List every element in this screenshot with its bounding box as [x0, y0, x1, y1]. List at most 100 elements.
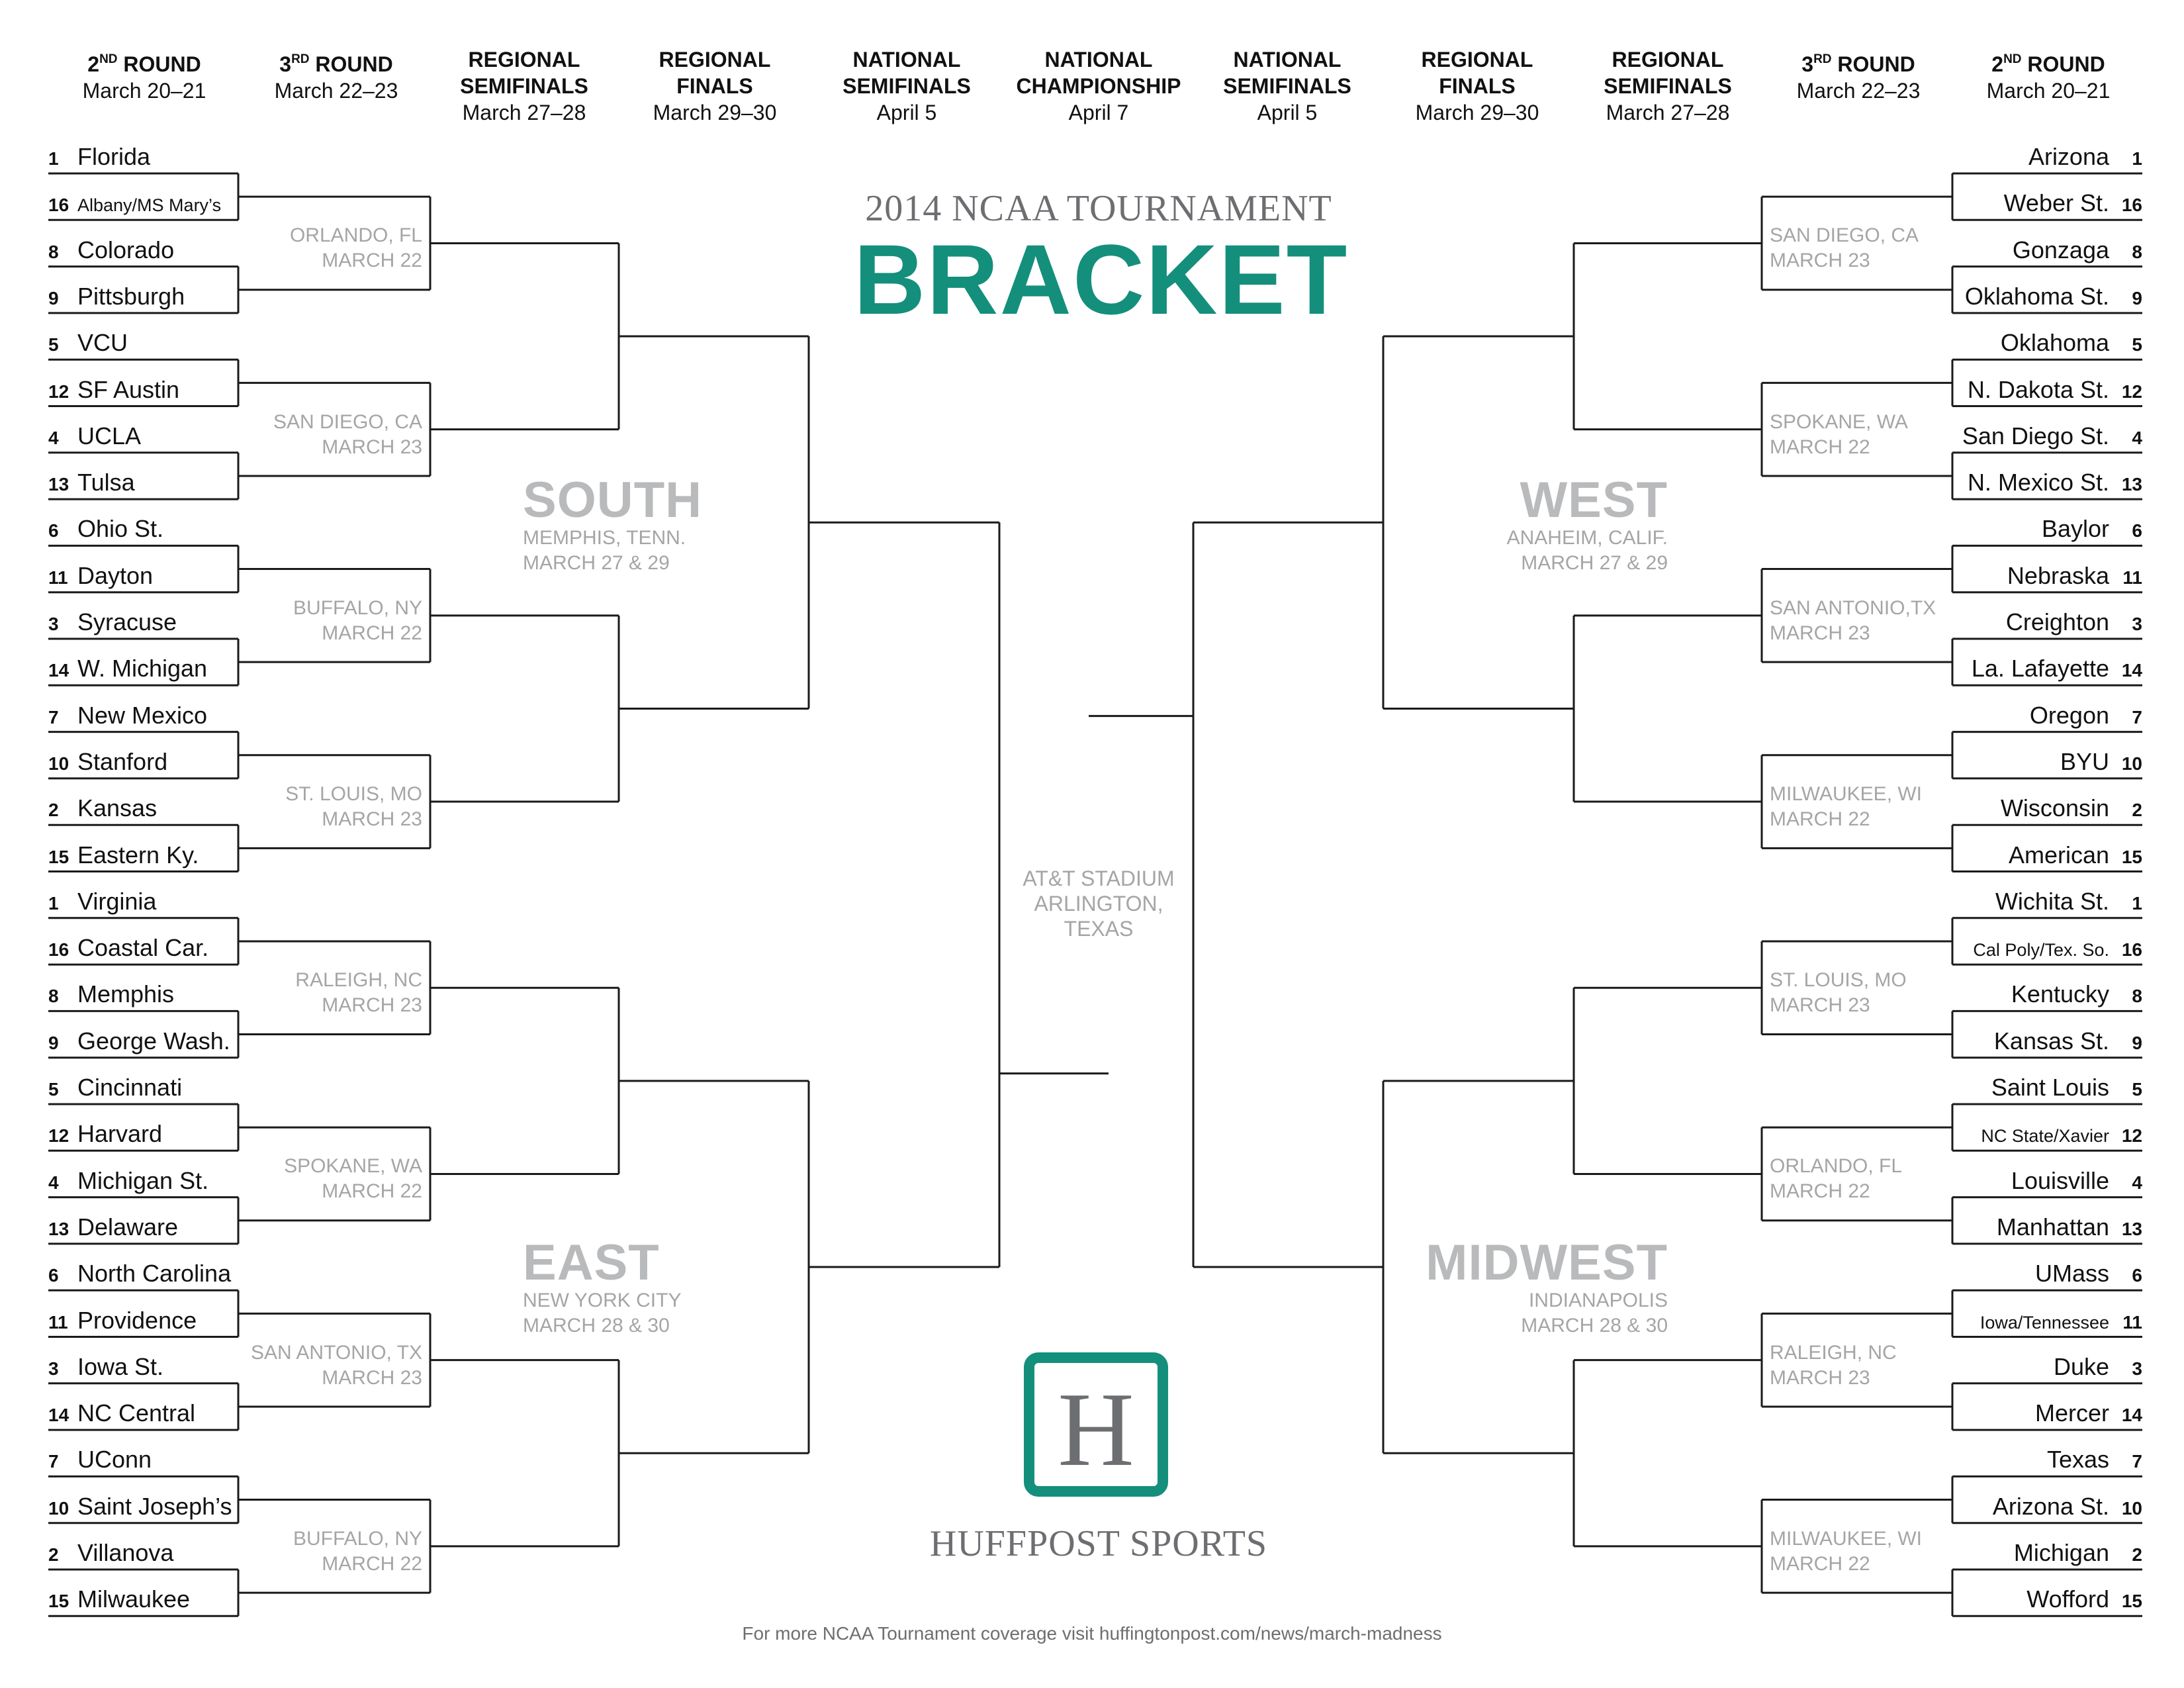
team-slot[interactable]: Arizona St. 10 [1993, 1490, 2142, 1523]
team-slot[interactable]: Kentucky 8 [2011, 978, 2142, 1011]
team-slot[interactable]: 12 SF Austin [48, 373, 179, 406]
team-name: La. Lafayette [1971, 655, 2109, 682]
team-slot[interactable]: Nebraska 11 [2007, 559, 2142, 592]
team-slot[interactable]: 6 Ohio St. [48, 512, 163, 545]
team-slot[interactable]: 13 Delaware [48, 1211, 178, 1244]
team-slot[interactable]: 4 Michigan St. [48, 1164, 208, 1197]
region-city: INDIANAPOLIS [1528, 1289, 1668, 1311]
team-seed: 7 [48, 1451, 59, 1472]
team-slot[interactable]: 11 Providence [48, 1304, 197, 1337]
team-slot[interactable]: 3 Syracuse [48, 606, 177, 639]
region-midwest: MIDWEST INDIANAPOLIS MARCH 28 & 30 [1426, 1238, 1668, 1338]
team-slot[interactable]: 14 NC Central [48, 1397, 195, 1430]
team-slot[interactable]: 11 Dayton [48, 559, 153, 592]
team-name: VCU [77, 329, 128, 357]
team-name: Oklahoma St. [1964, 282, 2109, 310]
team-seed: 8 [2132, 986, 2142, 1007]
team-slot[interactable]: 2 Kansas [48, 792, 157, 825]
region-south: SOUTH MEMPHIS, TENN. MARCH 27 & 29 [523, 475, 702, 576]
team-seed: 3 [2132, 614, 2142, 634]
team-slot[interactable]: 9 Pittsburgh [48, 280, 185, 313]
team-slot[interactable]: N. Mexico St. 13 [1968, 466, 2142, 499]
team-slot[interactable]: 4 UCLA [48, 420, 141, 453]
huffpost-logo-icon: H [1024, 1352, 1168, 1497]
team-slot[interactable]: Baylor 6 [2042, 512, 2142, 545]
team-slot[interactable]: Oklahoma St. 9 [1965, 280, 2142, 313]
team-seed: 11 [48, 567, 68, 588]
game-venue: BUFFALO, NY MARCH 22 [237, 596, 422, 646]
team-slot[interactable]: UMass 6 [2035, 1257, 2142, 1290]
team-slot[interactable]: American 15 [2009, 839, 2142, 872]
team-slot[interactable]: 13 Tulsa [48, 466, 135, 499]
team-seed: 2 [48, 1544, 59, 1565]
team-slot[interactable]: Cal Poly/Tex. So. 16 [1973, 931, 2142, 964]
team-slot[interactable]: Saint Louis 5 [1991, 1071, 2142, 1104]
team-slot[interactable]: San Diego St. 4 [1962, 420, 2142, 453]
venue-date: MARCH 23 [1770, 250, 1870, 272]
team-slot[interactable]: Manhattan 13 [1997, 1211, 2142, 1244]
team-seed: 11 [48, 1311, 68, 1333]
team-slot[interactable]: Oklahoma 5 [2001, 326, 2142, 359]
team-slot[interactable]: Oregon 7 [2030, 699, 2142, 732]
team-name: Michigan [2013, 1539, 2109, 1566]
team-slot[interactable]: 14 W. Michigan [48, 652, 207, 685]
team-slot[interactable]: 7 UConn [48, 1443, 152, 1476]
team-slot[interactable]: 8 Colorado [48, 234, 174, 267]
team-slot[interactable]: Weber St. 16 [2004, 187, 2142, 220]
venue-city: RALEIGH, NC [1770, 1341, 1897, 1364]
team-slot[interactable]: 9 George Wash. [48, 1025, 230, 1058]
team-slot[interactable]: 10 Stanford [48, 745, 167, 778]
team-slot[interactable]: 3 Iowa St. [48, 1350, 163, 1383]
venue-date: MARCH 22 [322, 622, 422, 644]
team-seed: 11 [2122, 567, 2142, 588]
team-slot[interactable]: 12 Harvard [48, 1117, 162, 1150]
game-venue: ST. LOUIS, MO MARCH 23 [1770, 968, 1955, 1018]
team-slot[interactable]: 7 New Mexico [48, 699, 207, 732]
team-slot[interactable]: 16 Albany/MS Mary’s [48, 187, 221, 220]
team-seed: 13 [2121, 474, 2142, 495]
team-seed: 2 [2132, 1544, 2142, 1565]
team-slot[interactable]: Kansas St. 9 [1994, 1025, 2142, 1058]
team-slot[interactable]: Wofford 15 [2026, 1583, 2142, 1616]
venue-line: TEXAS [1064, 917, 1134, 941]
team-slot[interactable]: NC State/Xavier 12 [1981, 1117, 2142, 1150]
team-slot[interactable]: 2 Villanova [48, 1536, 173, 1570]
venue-city: BUFFALO, NY [293, 596, 422, 619]
team-seed: 4 [48, 427, 59, 448]
team-slot[interactable]: Duke 3 [2054, 1350, 2142, 1383]
venue-date: MARCH 22 [1770, 1552, 1870, 1575]
team-seed: 16 [2121, 939, 2142, 961]
team-slot[interactable]: Wisconsin 2 [2001, 792, 2142, 825]
team-slot[interactable]: 16 Coastal Car. [48, 931, 208, 964]
team-slot[interactable]: 1 Florida [48, 140, 150, 173]
team-slot[interactable]: 15 Eastern Ky. [48, 839, 199, 872]
team-slot[interactable]: 5 Cincinnati [48, 1071, 182, 1104]
team-slot[interactable]: Iowa/Tennessee 11 [1980, 1304, 2142, 1337]
team-name: San Diego St. [1962, 422, 2109, 449]
team-slot[interactable]: N. Dakota St. 12 [1968, 373, 2142, 406]
team-seed: 3 [48, 1358, 59, 1379]
team-slot[interactable]: Texas 7 [2047, 1443, 2142, 1476]
team-slot[interactable]: Michigan 2 [2014, 1536, 2142, 1570]
team-slot[interactable]: Gonzaga 8 [2013, 234, 2142, 267]
team-slot[interactable]: Louisville 4 [2011, 1164, 2142, 1197]
team-name: Oklahoma [2000, 329, 2109, 357]
team-slot[interactable]: Mercer 14 [2035, 1397, 2142, 1430]
team-slot[interactable]: La. Lafayette 14 [1972, 652, 2142, 685]
team-slot[interactable]: 15 Milwaukee [48, 1583, 190, 1616]
team-slot[interactable]: BYU 10 [2060, 745, 2142, 778]
team-slot[interactable]: 6 North Carolina [48, 1257, 231, 1290]
team-slot[interactable]: 5 VCU [48, 326, 128, 359]
team-slot[interactable]: 10 Saint Joseph’s [48, 1490, 232, 1523]
team-seed: 5 [2132, 1079, 2142, 1100]
team-slot[interactable]: Wichita St. 1 [1995, 885, 2142, 918]
team-name: Arizona [2028, 143, 2109, 170]
team-slot[interactable]: 1 Virginia [48, 885, 156, 918]
team-slot[interactable]: Arizona 1 [2028, 140, 2142, 173]
team-slot[interactable]: Creighton 3 [2006, 606, 2142, 639]
team-name: Saint Joseph’s [77, 1492, 232, 1520]
team-slot[interactable]: 8 Memphis [48, 978, 174, 1011]
team-seed: 14 [2121, 1405, 2142, 1426]
team-seed: 14 [48, 1405, 69, 1426]
team-seed: 1 [48, 148, 59, 169]
